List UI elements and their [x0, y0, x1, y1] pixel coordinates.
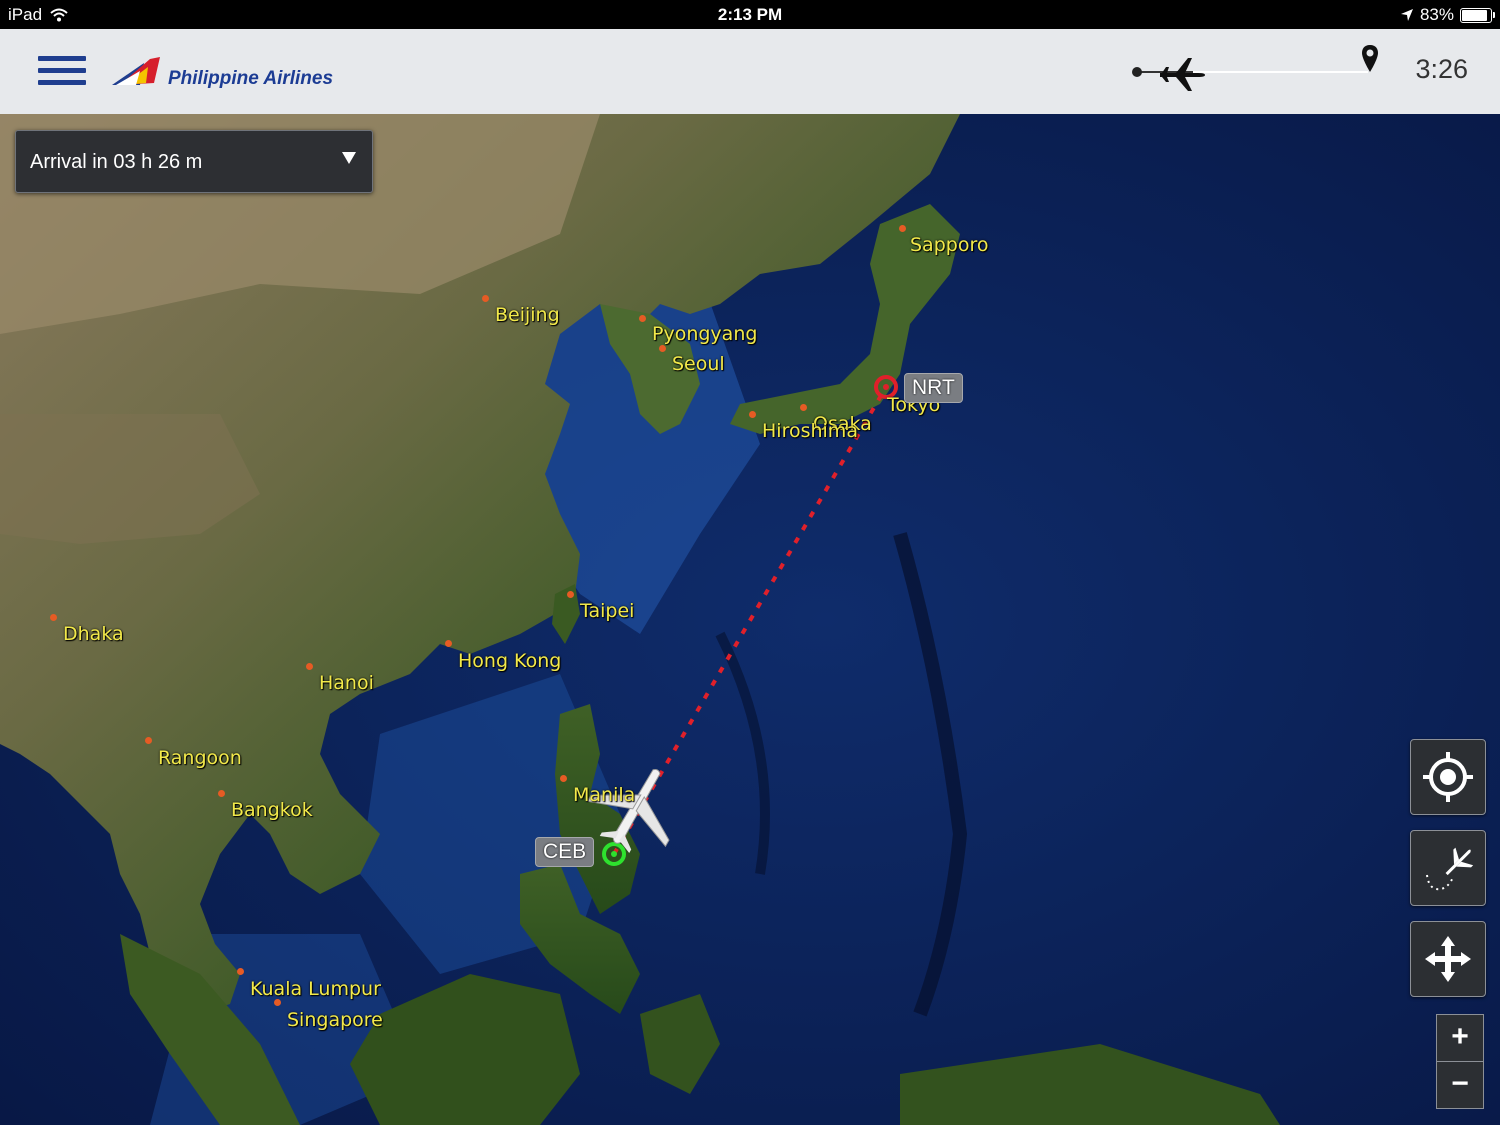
- pan-button[interactable]: [1410, 921, 1486, 997]
- chevron-down-icon: [342, 152, 356, 164]
- city-dot: [899, 225, 906, 232]
- destination-pin-icon: [1362, 45, 1378, 72]
- destination-airport-label[interactable]: NRT: [904, 373, 963, 403]
- move-arrows-icon: [1425, 936, 1471, 982]
- arrival-label: Arrival in 03 h 26 m: [30, 151, 203, 173]
- arrival-dropdown[interactable]: Arrival in 03 h 26 m: [15, 130, 373, 193]
- city-dot: [237, 968, 244, 975]
- city-label-manila: Manila: [573, 784, 636, 806]
- city-dot: [218, 790, 225, 797]
- city-dot: [145, 737, 152, 744]
- airline-logo: Philippine Airlines: [110, 54, 333, 90]
- pal-logo-icon: [112, 57, 160, 85]
- city-label-sapporo: Sapporo: [910, 234, 989, 256]
- locate-button[interactable]: [1410, 739, 1486, 815]
- city-label-singapore: Singapore: [287, 1009, 383, 1031]
- city-label-hiroshima: Hiroshima: [762, 420, 858, 442]
- flight-map[interactable]: [0, 114, 1500, 1125]
- location-arrow-icon: [1400, 9, 1413, 21]
- city-label-dhaka: Dhaka: [63, 623, 124, 645]
- origin-airport-label[interactable]: CEB: [535, 837, 595, 867]
- app-header: Philippine Airlines 3:26: [0, 29, 1500, 115]
- city-dot: [482, 295, 489, 302]
- city-label-hong-kong: Hong Kong: [458, 650, 562, 672]
- flight-path-icon: [1426, 847, 1474, 891]
- battery-icon: [1460, 7, 1495, 23]
- menu-icon[interactable]: [38, 56, 86, 90]
- crosshair-icon: [1423, 752, 1473, 802]
- city-dot: [445, 640, 452, 647]
- city-label-kuala-lumpur: Kuala Lumpur: [250, 978, 381, 1000]
- city-dot: [274, 999, 281, 1006]
- city-dot: [306, 663, 313, 670]
- time-remaining: 3:26: [1415, 54, 1468, 84]
- airline-name: Philippine Airlines: [168, 68, 334, 89]
- city-dot: [659, 345, 666, 352]
- status-bar: iPad 2:13 PM 83%: [0, 0, 1500, 29]
- city-label-bangkok: Bangkok: [231, 799, 313, 821]
- city-label-pyongyang: Pyongyang: [652, 323, 758, 345]
- clock: 2:13 PM: [717, 5, 783, 24]
- flight-progress: [1130, 44, 1390, 94]
- zoom-in-button[interactable]: +: [1436, 1014, 1484, 1062]
- aircraft-icon: [586, 768, 670, 854]
- city-label-taipei: Taipei: [580, 600, 635, 622]
- city-dot: [50, 614, 57, 621]
- follow-flight-button[interactable]: [1410, 830, 1486, 906]
- city-dot: [749, 411, 756, 418]
- city-label-hanoi: Hanoi: [319, 672, 374, 694]
- origin-dot: [1132, 67, 1142, 77]
- map-background: [0, 114, 1500, 1125]
- city-label-rangoon: Rangoon: [158, 747, 242, 769]
- city-label-beijing: Beijing: [495, 304, 560, 326]
- city-dot: [639, 315, 646, 322]
- city-dot: [560, 775, 567, 782]
- city-dot: [800, 404, 807, 411]
- city-label-seoul: Seoul: [672, 353, 725, 375]
- airplane-icon: [1160, 58, 1205, 91]
- battery-percent: 83%: [1419, 5, 1454, 24]
- city-dot: [567, 591, 574, 598]
- zoom-out-button[interactable]: −: [1436, 1061, 1484, 1109]
